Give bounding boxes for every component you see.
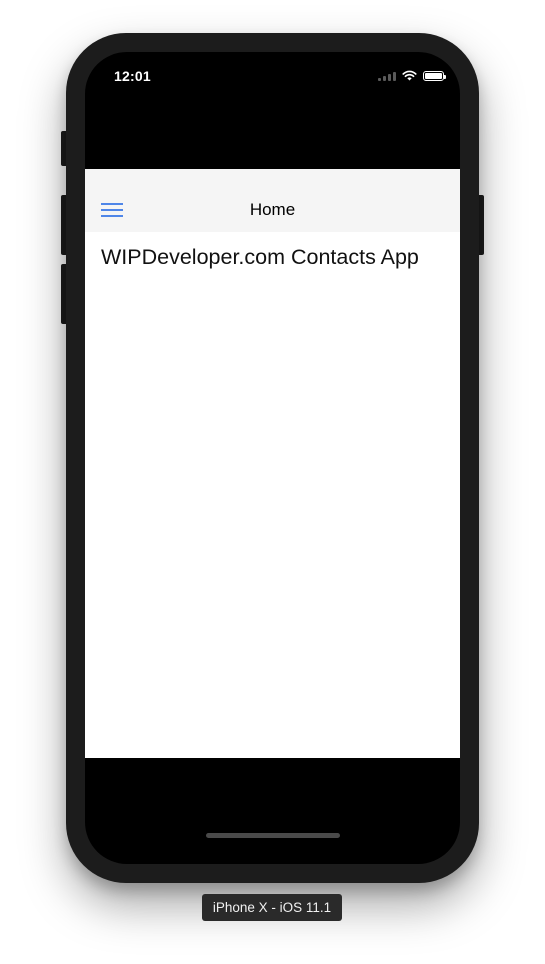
device-screen: 12:01 Home WIPDeveloper.com Contacts App [85,52,460,864]
simulator-stage: 12:01 Home WIPDeveloper.com Contacts App… [0,0,545,964]
app-view: Home WIPDeveloper.com Contacts App [85,169,460,758]
status-time: 12:01 [114,68,151,84]
notch [168,52,377,82]
home-indicator[interactable] [206,833,340,838]
page-heading: WIPDeveloper.com Contacts App [101,245,419,269]
signal-icon [378,70,396,81]
nav-title: Home [249,200,296,219]
battery-icon [423,71,446,81]
simulator-device-label: iPhone X - iOS 11.1 [202,894,342,921]
wifi-icon [402,70,417,81]
navigation-bar: Home [85,169,460,232]
status-icons [378,69,446,81]
device-frame: 12:01 Home WIPDeveloper.com Contacts App [66,33,479,883]
